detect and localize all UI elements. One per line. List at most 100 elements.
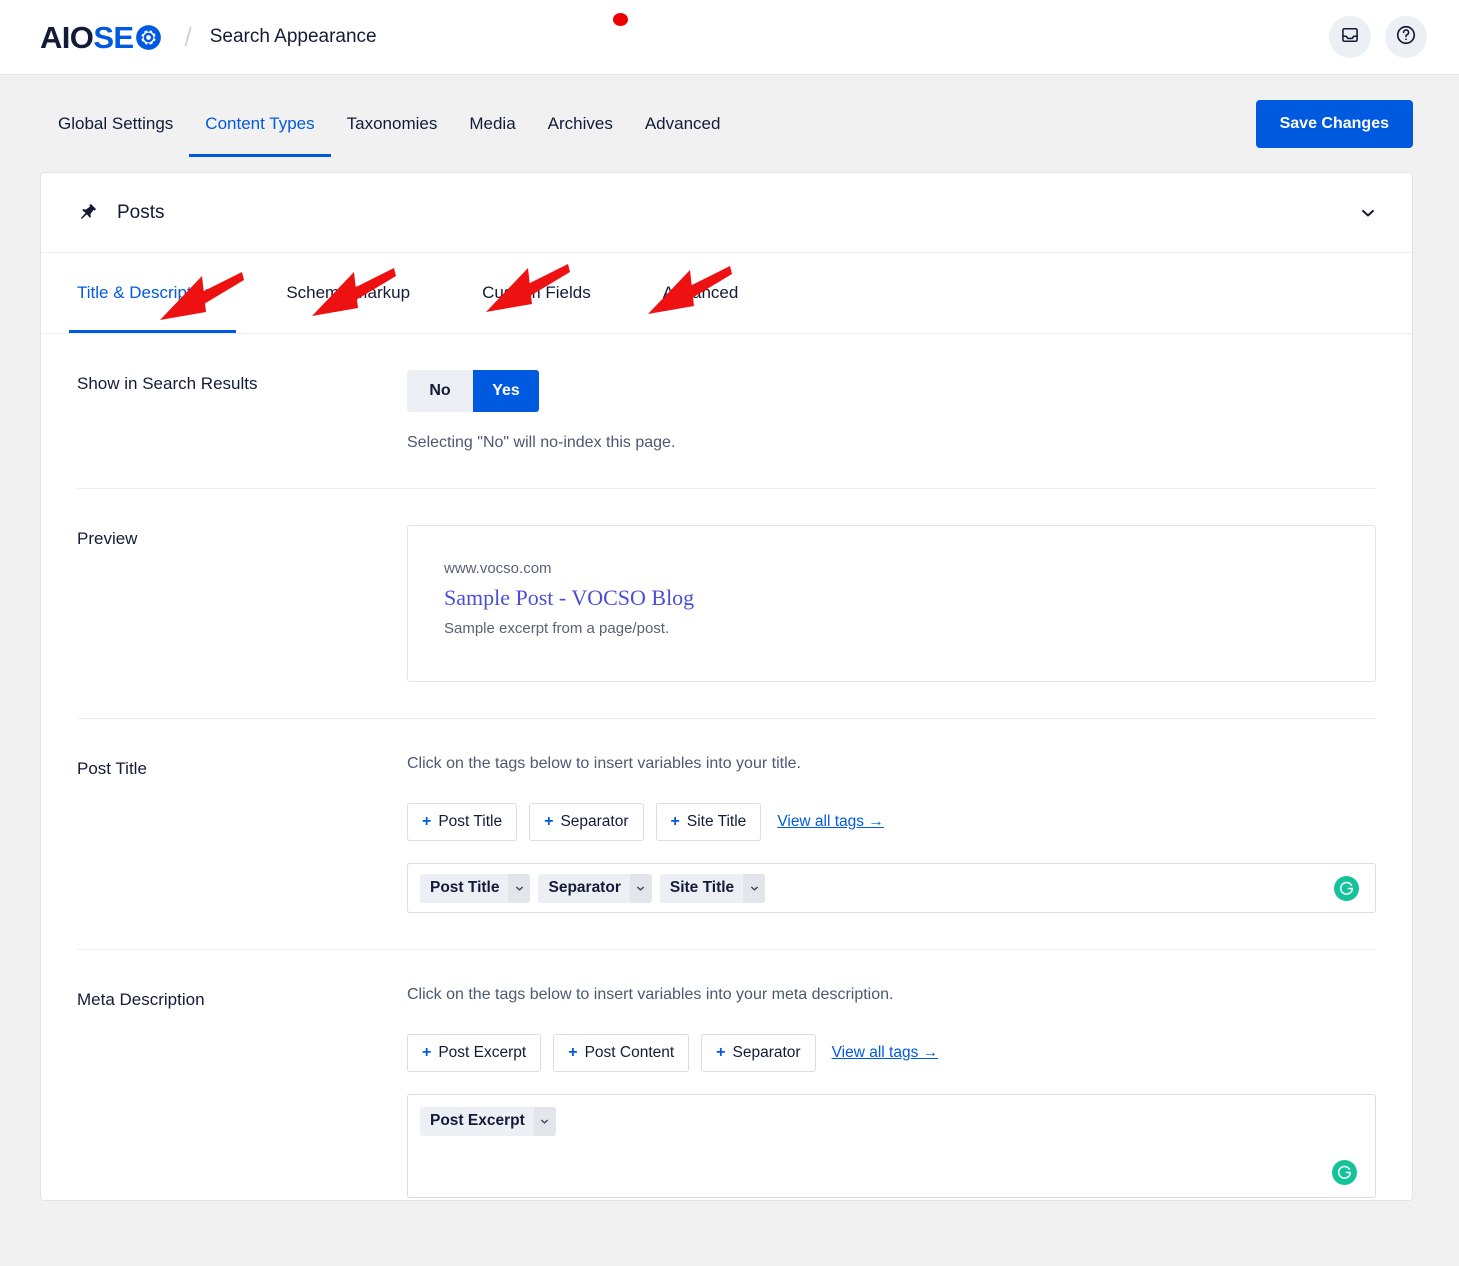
- gear-o-icon: [135, 24, 162, 51]
- posts-card-header[interactable]: Posts: [41, 173, 1412, 253]
- red-dot-annotation: [613, 13, 628, 26]
- preview-label: Preview: [77, 525, 407, 682]
- chevron-down-icon[interactable]: [630, 874, 652, 903]
- breadcrumb-separator: /: [184, 24, 191, 50]
- tag-button-separator[interactable]: + Separator: [529, 803, 643, 841]
- subtab-label: Advanced: [663, 283, 739, 303]
- posts-settings-card: Posts Title & Description Schema Markup …: [40, 172, 1413, 1201]
- toggle-option-yes[interactable]: Yes: [473, 370, 539, 412]
- tag-label: Site Title: [687, 813, 746, 831]
- plus-icon: +: [671, 813, 680, 831]
- grammarly-icon: [1334, 876, 1359, 901]
- tab-label: Advanced: [645, 114, 721, 134]
- meta-description-tag-strip: + Post Excerpt + Post Content + Separator V…: [407, 1034, 1376, 1072]
- grammarly-icon-meta[interactable]: [1332, 1160, 1357, 1185]
- tag-label: Separator: [733, 1044, 801, 1062]
- chip-post-title[interactable]: Post Title: [420, 874, 530, 903]
- pin-icon: [77, 202, 99, 224]
- show-in-search-label: Show in Search Results: [77, 370, 407, 452]
- search-preview-box: www.vocso.com Sample Post - VOCSO Blog S…: [407, 525, 1376, 682]
- tab-label: Media: [469, 114, 515, 134]
- chip-label: Site Title: [660, 874, 743, 903]
- logo-text: AIOSE: [40, 22, 133, 53]
- post-title-tag-strip: + Post Title + Separator + Site Title View …: [407, 803, 1376, 841]
- subtab-title-description[interactable]: Title & Description: [77, 253, 228, 333]
- posts-card-title: Posts: [117, 202, 165, 224]
- view-all-tags-link-meta[interactable]: View all tags →: [832, 1044, 939, 1062]
- tab-label: Content Types: [205, 114, 314, 134]
- chip-label: Post Excerpt: [420, 1107, 534, 1136]
- post-title-input[interactable]: Post Title Separator Site Title: [407, 863, 1376, 913]
- show-in-search-toggle[interactable]: No Yes: [407, 370, 539, 412]
- meta-description-label: Meta Description: [77, 986, 407, 1198]
- tab-label: Archives: [548, 114, 613, 134]
- tag-label: Post Title: [438, 813, 502, 831]
- tab-label: Global Settings: [58, 114, 173, 134]
- save-changes-button[interactable]: Save Changes: [1256, 100, 1413, 148]
- row-show-in-search: Show in Search Results No Yes Selecting …: [41, 334, 1412, 489]
- tag-button-post-excerpt[interactable]: + Post Excerpt: [407, 1034, 541, 1072]
- tag-label: Post Excerpt: [438, 1044, 526, 1062]
- tag-button-post-title[interactable]: + Post Title: [407, 803, 517, 841]
- plus-icon: +: [422, 1044, 431, 1062]
- grammarly-icon: [1332, 1160, 1357, 1185]
- tag-button-site-title[interactable]: + Site Title: [656, 803, 762, 841]
- page-title: Search Appearance: [210, 26, 377, 48]
- row-preview: Preview www.vocso.com Sample Post - VOCS…: [41, 489, 1412, 719]
- plus-icon: +: [568, 1044, 577, 1062]
- grammarly-icon-title[interactable]: [1334, 876, 1359, 901]
- chevron-down-icon[interactable]: [508, 874, 530, 903]
- preview-description: Sample excerpt from a page/post.: [444, 620, 1339, 637]
- logo-text-se: SE: [93, 20, 133, 55]
- toggle-option-no[interactable]: No: [407, 370, 473, 412]
- meta-description-help: Click on the tags below to insert variab…: [407, 986, 1376, 1004]
- chip-site-title[interactable]: Site Title: [660, 874, 765, 903]
- plus-icon: +: [544, 813, 553, 831]
- view-all-tags-link-title[interactable]: View all tags →: [777, 813, 884, 831]
- subtab-label: Schema Markup: [286, 283, 410, 303]
- tag-label: Separator: [560, 813, 628, 831]
- aioseo-logo[interactable]: AIOSE: [40, 22, 162, 53]
- chip-post-excerpt[interactable]: Post Excerpt: [420, 1107, 556, 1136]
- subtab-schema-markup[interactable]: Schema Markup: [272, 253, 424, 333]
- tag-label: Post Content: [585, 1044, 675, 1062]
- inbox-icon: [1340, 25, 1360, 50]
- tab-archives[interactable]: Archives: [532, 75, 629, 172]
- tag-button-post-content[interactable]: + Post Content: [553, 1034, 689, 1072]
- chip-label: Separator: [538, 874, 629, 903]
- tab-label: Taxonomies: [347, 114, 438, 134]
- chevron-down-icon[interactable]: [1358, 203, 1378, 223]
- subtab-custom-fields[interactable]: Custom Fields: [468, 253, 605, 333]
- preview-url: www.vocso.com: [444, 560, 1339, 577]
- plus-icon: +: [716, 1044, 725, 1062]
- subtab-advanced[interactable]: Advanced: [649, 253, 753, 333]
- topbar-actions: [1329, 16, 1427, 58]
- sub-tabs: Title & Description Schema Markup Custom…: [41, 253, 1412, 334]
- plus-icon: +: [422, 813, 431, 831]
- help-button[interactable]: [1385, 16, 1427, 58]
- chevron-down-icon[interactable]: [534, 1107, 556, 1136]
- inbox-button[interactable]: [1329, 16, 1371, 58]
- tab-taxonomies[interactable]: Taxonomies: [331, 75, 454, 172]
- tab-content-types[interactable]: Content Types: [189, 75, 330, 172]
- preview-title[interactable]: Sample Post - VOCSO Blog: [444, 585, 1339, 611]
- subtab-label: Custom Fields: [482, 283, 591, 303]
- post-title-label: Post Title: [77, 755, 407, 913]
- tab-global-settings[interactable]: Global Settings: [58, 75, 189, 172]
- tag-button-separator-meta[interactable]: + Separator: [701, 1034, 815, 1072]
- main-tabs: Global Settings Content Types Taxonomies…: [58, 75, 736, 172]
- row-meta-description: Meta Description Click on the tags below…: [41, 950, 1412, 1201]
- top-bar: AIOSE: [0, 0, 1459, 75]
- subtab-label: Title & Description: [77, 283, 214, 303]
- question-circle-icon: [1395, 24, 1417, 51]
- row-post-title: Post Title Click on the tags below to in…: [41, 719, 1412, 950]
- nav-row: Global Settings Content Types Taxonomies…: [0, 75, 1459, 172]
- chip-label: Post Title: [420, 874, 508, 903]
- meta-description-input[interactable]: Post Excerpt: [407, 1094, 1376, 1198]
- tab-advanced[interactable]: Advanced: [629, 75, 737, 172]
- tab-media[interactable]: Media: [453, 75, 531, 172]
- chevron-down-icon[interactable]: [743, 874, 765, 903]
- post-title-help: Click on the tags below to insert variab…: [407, 755, 1376, 773]
- chip-separator[interactable]: Separator: [538, 874, 651, 903]
- show-in-search-hint: Selecting "No" will no-index this page.: [407, 434, 1376, 452]
